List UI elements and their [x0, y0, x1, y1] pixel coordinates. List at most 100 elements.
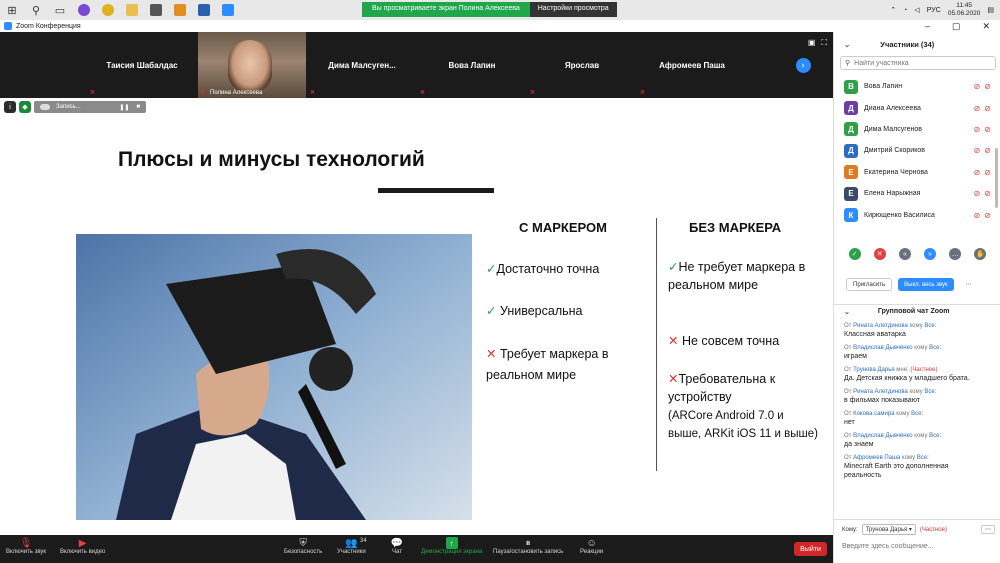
chat-message-input[interactable]	[842, 543, 992, 550]
participant-search-input[interactable]	[854, 59, 985, 67]
msg-to: кому	[914, 345, 928, 351]
mic-muted-icon[interactable]: ⊘	[974, 82, 981, 91]
mute-all-button[interactable]: Выкл. весь звук	[898, 278, 954, 291]
list-item: ✓Не требует маркера в реальном мире	[668, 258, 813, 294]
participant-tile[interactable]: Ярослав ✕	[528, 32, 636, 98]
collapse-chevron-icon[interactable]: ⌄	[844, 40, 850, 49]
video-off-icon[interactable]: ⊘	[984, 168, 991, 177]
participant-tile[interactable]: Таисия Шабалдас ✕	[88, 32, 196, 98]
msg-sender[interactable]: Кокова самира	[853, 411, 894, 417]
chat-compose: Кому: Трунова Дарья ▾ (Частное) ⋯	[834, 519, 1000, 553]
raise-hand-icon[interactable]: ✋	[974, 248, 987, 260]
video-off-icon[interactable]: ⊘	[984, 104, 991, 113]
store-icon[interactable]	[144, 0, 168, 20]
video-off-icon[interactable]: ⊘	[984, 125, 991, 134]
search-icon[interactable]: ⚲	[24, 0, 48, 20]
view-options-button[interactable]: Настройки просмотра	[529, 2, 617, 17]
participant-row[interactable]: Д Диана Алексеева ⊘ ⊘	[834, 97, 1000, 118]
windows-start-icon[interactable]: ⊞	[0, 0, 24, 20]
no-icon[interactable]: ✕	[873, 248, 886, 260]
mic-muted-icon[interactable]: ⊘	[974, 168, 981, 177]
explorer-icon[interactable]	[120, 0, 144, 20]
cross-icon: ✕	[486, 347, 497, 361]
participant-tile[interactable]: Дима Малсуген... ✕	[308, 32, 416, 98]
participant-tile[interactable]: Вова Лапин ✕	[418, 32, 526, 98]
avatar: Д	[844, 122, 858, 137]
tray-chevron-icon[interactable]: ⌃	[890, 6, 896, 14]
shield-icon[interactable]: ◆	[19, 101, 31, 113]
stop-recording-icon[interactable]: ■	[136, 104, 140, 111]
info-icon[interactable]: i	[4, 101, 16, 113]
minimize-icon[interactable]: –	[925, 21, 930, 31]
collapse-chevron-icon[interactable]: ⌄	[844, 308, 850, 316]
volume-icon[interactable]: ◁	[914, 6, 919, 14]
close-icon[interactable]: ✕	[982, 21, 990, 32]
participant-row[interactable]: Е Екатерина Чернова ⊘ ⊘	[834, 162, 1000, 183]
participants-scrollbar[interactable]	[995, 148, 998, 208]
msg-sender[interactable]: Владислав Дывченко	[853, 345, 912, 351]
zoom-logo-icon	[4, 22, 12, 30]
participant-name: Екатерина Чернова	[864, 168, 928, 176]
next-page-icon[interactable]: ›	[795, 57, 811, 73]
video-off-icon[interactable]: ⊘	[984, 82, 991, 91]
browser-icon[interactable]	[72, 0, 96, 20]
participant-row[interactable]: Е Елена Нарыжная ⊘ ⊘	[834, 183, 1000, 204]
chat-button[interactable]: 💬 Чат	[390, 537, 404, 556]
chat-more-icon[interactable]: ⋯	[981, 525, 995, 534]
language-indicator[interactable]: РУС	[927, 7, 941, 14]
video-off-icon[interactable]: ⊘	[984, 211, 991, 220]
mic-muted-icon[interactable]: ⊘	[974, 211, 981, 220]
zoom-taskbar-icon[interactable]	[216, 0, 240, 20]
mic-muted-icon[interactable]: ⊘	[974, 146, 981, 155]
task-view-icon[interactable]: ▭	[48, 0, 72, 20]
fullscreen-icon[interactable]: ⛶	[821, 38, 827, 48]
participant-name: Кирющенко Василиса	[864, 211, 935, 219]
msg-sender[interactable]: Рината Алетдинова	[853, 389, 908, 395]
avatar: К	[844, 208, 858, 223]
participant-video-tile[interactable]: Полина Алексеева ✕	[198, 32, 306, 98]
start-video-button[interactable]: ▶ Включить видео	[60, 537, 105, 556]
security-button[interactable]: ⛨ Безопасность	[284, 537, 323, 556]
security-label: Безопасность	[284, 549, 323, 555]
participant-tile[interactable]: Афромеев Паша ✕	[638, 32, 746, 98]
reaction-controls: ✓ ✕ « » … ✋	[834, 248, 1000, 260]
recipient-select[interactable]: Трунова Дарья ▾	[861, 524, 916, 535]
record-button[interactable]: ⏸ Пауза/остановить запись	[493, 537, 563, 556]
invite-button[interactable]: Пригласить	[846, 278, 893, 291]
reactions-button[interactable]: ☺ Реакции	[580, 537, 603, 556]
participant-search[interactable]: ⚲	[840, 56, 996, 70]
msg-sender[interactable]: Афромеев Паша	[853, 455, 900, 461]
video-off-icon[interactable]: ⊘	[984, 146, 991, 155]
participant-row[interactable]: В Вова Лапин ⊘ ⊘	[834, 76, 1000, 97]
unmute-button[interactable]: 🎙 Включить звук	[6, 537, 46, 556]
participant-row[interactable]: Д Дима Малсугенов ⊘ ⊘	[834, 119, 1000, 140]
pause-recording-icon[interactable]: ❚❚	[119, 104, 129, 111]
leave-button[interactable]: Выйти	[794, 542, 827, 556]
requirements-note: (ARCore Android 7.0 и выше, ARKit iOS 11…	[668, 410, 818, 440]
video-off-icon[interactable]: ⊘	[984, 189, 991, 198]
participant-row[interactable]: Д Дмитрий Скориков ⊘ ⊘	[834, 140, 1000, 161]
msg-sender[interactable]: Владислав Дывченко	[853, 433, 912, 439]
word-icon[interactable]	[192, 0, 216, 20]
wifi-icon[interactable]: ◔	[903, 7, 907, 14]
mic-muted-icon[interactable]: ⊘	[974, 125, 981, 134]
yes-icon[interactable]: ✓	[848, 248, 861, 260]
notifications-icon[interactable]: ▤	[987, 6, 994, 14]
slower-icon[interactable]: «	[898, 248, 911, 260]
mic-muted-icon[interactable]: ⊘	[974, 104, 981, 113]
participant-row[interactable]: К Кирющенко Василиса ⊘ ⊘	[834, 204, 1000, 225]
mic-muted-icon: ✕	[420, 90, 426, 96]
layout-icon[interactable]: ▣	[808, 38, 816, 48]
mic-muted-icon[interactable]: ⊘	[974, 189, 981, 198]
maximize-icon[interactable]: ▢	[952, 21, 961, 32]
more-icon[interactable]: …	[949, 248, 962, 260]
msg-sender[interactable]: Рината Алетдинова	[853, 323, 908, 329]
faster-icon[interactable]: »	[924, 248, 937, 260]
chrome-icon[interactable]	[96, 0, 120, 20]
app-icon[interactable]	[168, 0, 192, 20]
share-screen-button[interactable]: ↑ Демонстрация экрана	[421, 537, 482, 555]
more-options-icon[interactable]: ⋯	[960, 278, 978, 291]
clock[interactable]: 11:45 05.06.2020	[948, 2, 981, 18]
shared-screen: i ◆ Запись... ❚❚ ■ Плюсы и минусы технол…	[0, 98, 833, 535]
msg-sender[interactable]: Трунова Дарья	[853, 367, 894, 373]
